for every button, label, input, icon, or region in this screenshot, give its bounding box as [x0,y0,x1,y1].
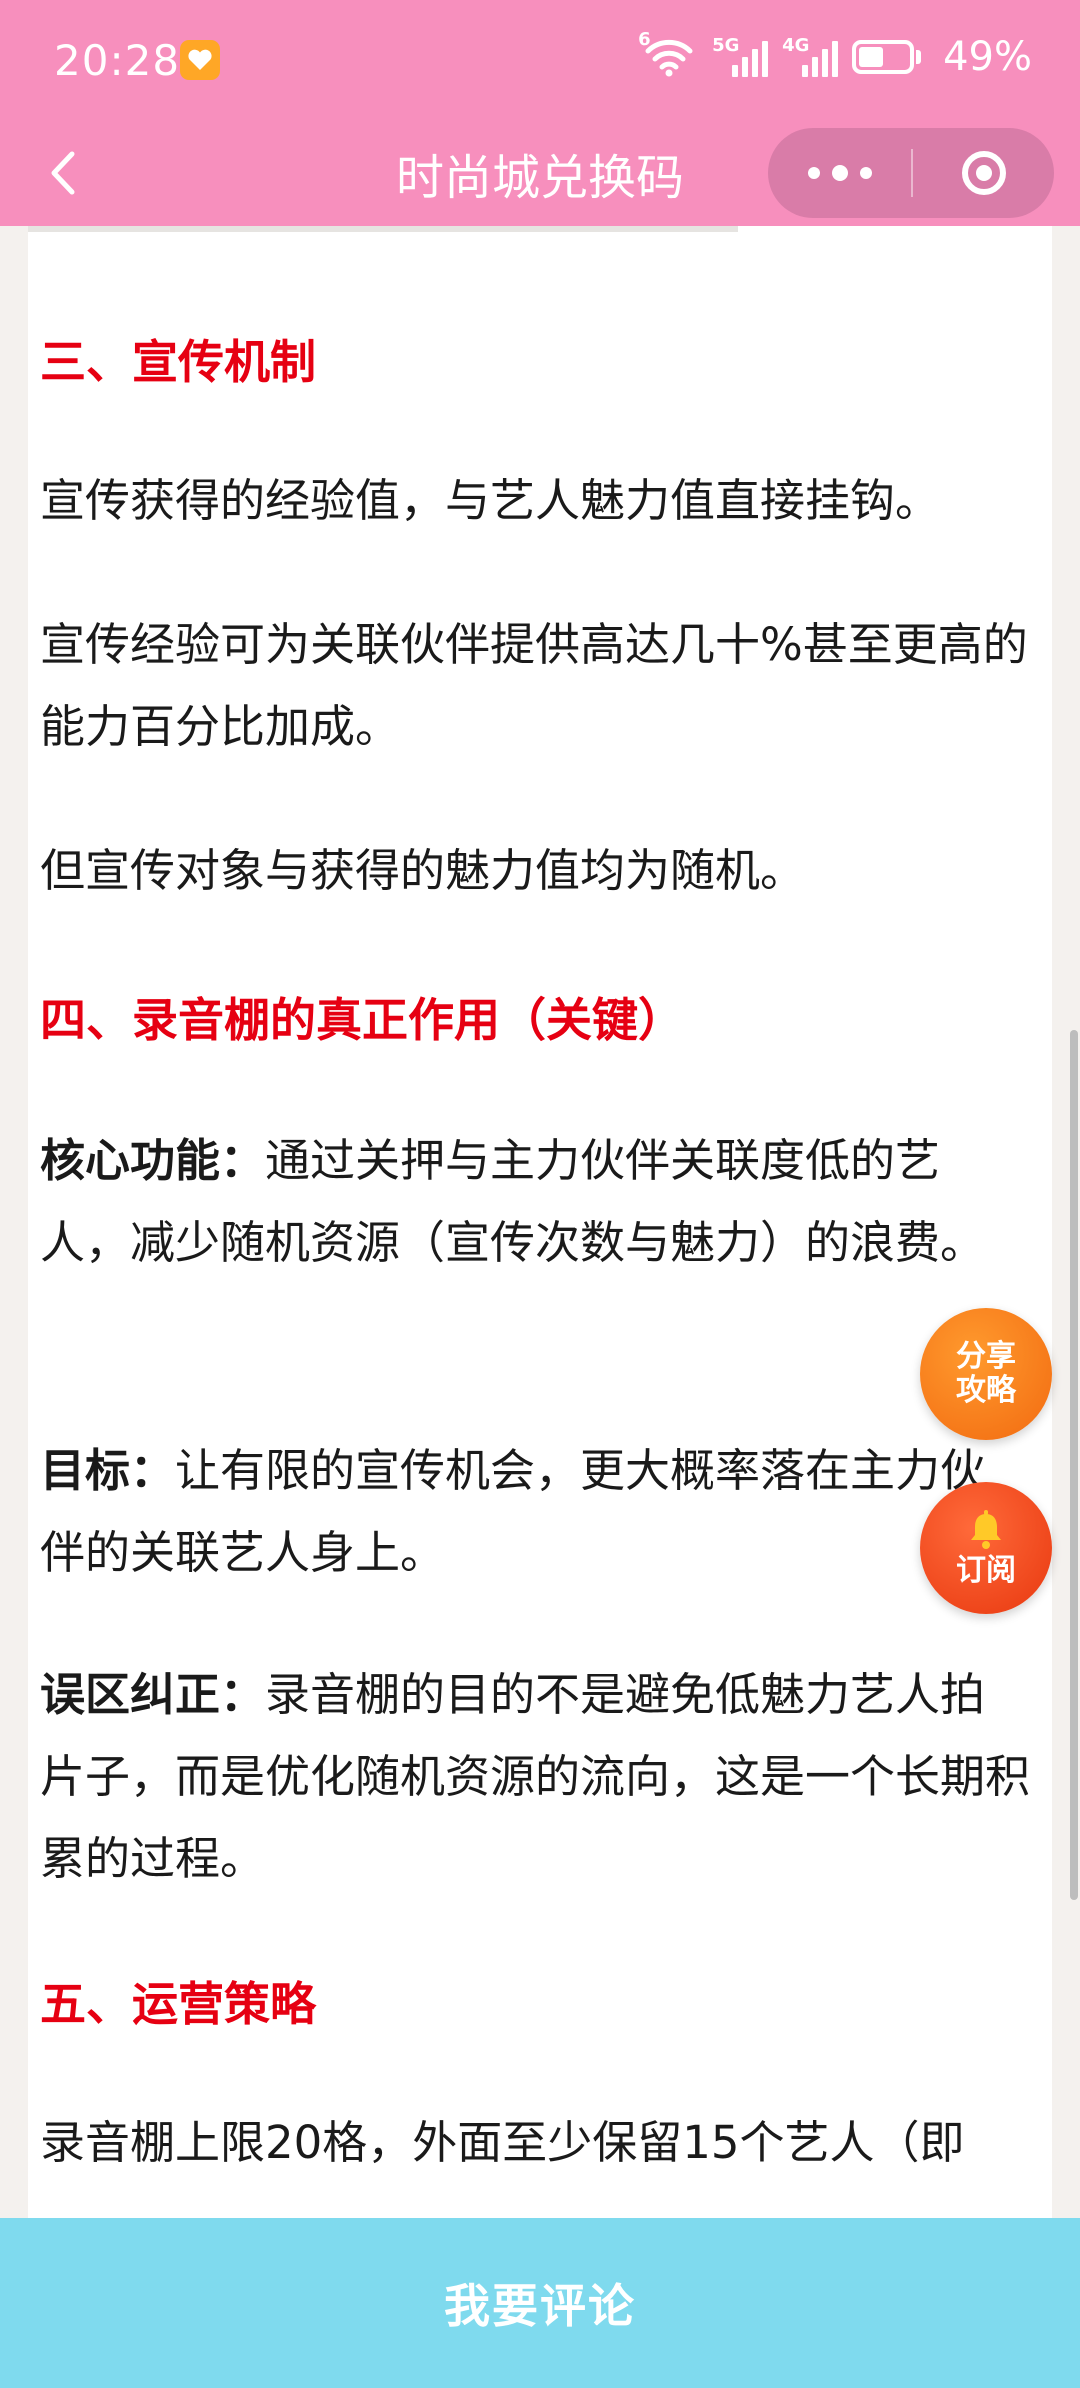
more-dot-icon [807,167,820,179]
cut-off-line [28,226,738,232]
nav-bar: 时尚城兑换码 [0,120,1080,226]
top-bar: 20:28 6 5G 4G 49% 时尚城兑换码 [0,0,1080,226]
share-label-line2: 攻略 [956,1373,1016,1408]
article-content: 三、宣传机制 宣传获得的经验值，与艺人魅力值直接挂钩。 宣传经验可为关联伙伴提供… [28,226,1052,2226]
battery-icon [852,40,922,74]
paragraph-text: 让有限的宣传机会，更大概率落在主力伙伴的关联艺人身上。 [40,1444,986,1579]
paragraph: 宣传经验可为关联伙伴提供高达几十%甚至更高的能力百分比加成。 [40,618,1028,753]
signal-5g-icon: 5G [712,35,769,79]
paragraph-label: 误区纠正： [40,1668,266,1721]
subscribe-label: 订阅 [956,1553,1016,1588]
status-time: 20:28 [54,36,181,85]
close-button[interactable] [913,128,1054,218]
paragraph: 但宣传对象与获得的魅力值均为随机。 [40,844,806,897]
paragraph: 目标：让有限的宣传机会，更大概率落在主力伙伴的关联艺人身上。 [40,1430,1030,1594]
target-icon [961,151,1006,195]
section-title: 三、宣传机制 [40,335,316,389]
status-icons: 6 5G 4G 49% [638,29,1032,80]
paragraph: 宣传获得的经验值，与艺人魅力值直接挂钩。 [40,474,941,527]
signal-4g-icon: 4G [782,35,839,79]
more-dot-icon [831,165,848,181]
more-button[interactable] [768,128,911,218]
paragraph: 误区纠正：录音棚的目的不是避免低魅力艺人拍片子，而是优化随机资源的流向，这是一个… [40,1654,1030,1900]
more-dot-icon [859,167,872,179]
wifi-icon: 6 [638,29,698,79]
paragraph: 核心功能：通过关押与主力伙伴关联度低的艺人，减少随机资源（宣传次数与魅力）的浪费… [40,1120,1030,1284]
battery-percent: 49% [943,34,1032,80]
share-label-line1: 分享 [956,1339,1016,1374]
status-bar: 20:28 6 5G 4G 49% [0,0,1080,120]
miniprogram-capsule [768,128,1054,218]
paragraph-label: 核心功能： [40,1134,266,1187]
bell-icon [971,1510,1001,1549]
subscribe-button[interactable]: 订阅 [920,1482,1052,1614]
scrollbar[interactable] [1070,1030,1078,1900]
share-guide-button[interactable]: 分享 攻略 [920,1308,1052,1440]
heart-app-icon [180,40,220,80]
comment-button[interactable]: 我要评论 [0,2218,1080,2388]
wifi-label: 6 [638,29,651,50]
section-title: 四、录音棚的真正作用（关键） [40,993,684,1047]
section-title: 五、运营策略 [40,1977,316,2031]
comment-label: 我要评论 [444,2279,636,2333]
paragraph: 录音棚上限20格，外面至少保留15个艺人（即 [40,2116,965,2169]
paragraph-label: 目标： [40,1444,176,1497]
